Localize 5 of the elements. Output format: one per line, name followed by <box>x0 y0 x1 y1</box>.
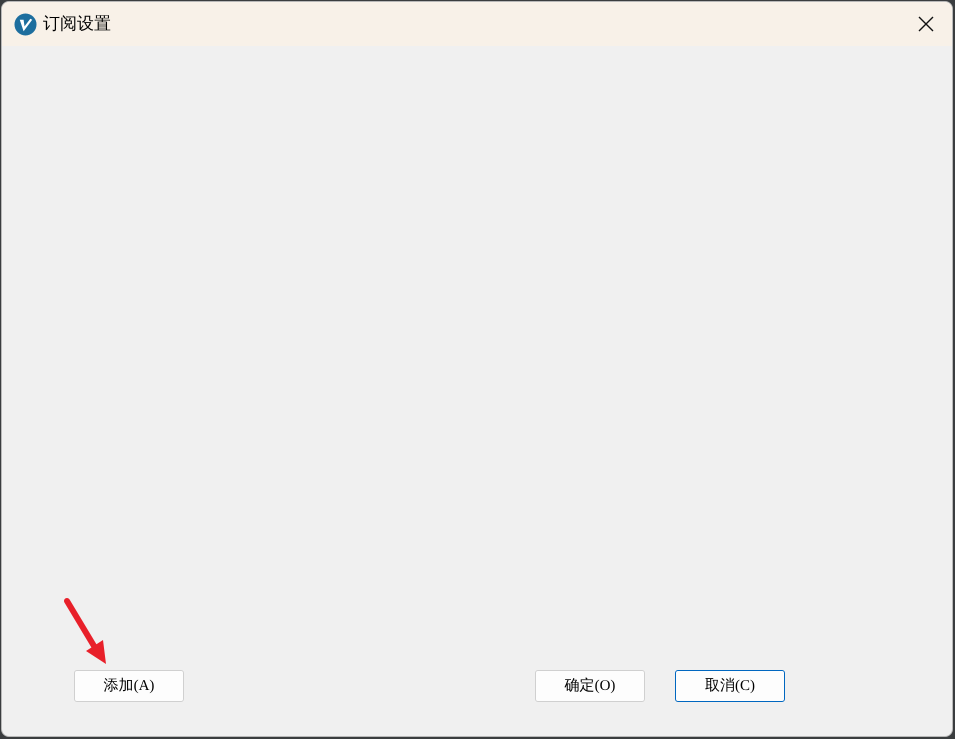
app-logo-icon <box>14 12 37 36</box>
dialog-button[interactable]: 取消(C) <box>675 670 785 702</box>
dialog-button[interactable]: 添加(A) <box>74 670 184 702</box>
window-title: 订阅设置 <box>43 13 111 36</box>
dialog-button[interactable]: 确定(O) <box>535 670 645 702</box>
